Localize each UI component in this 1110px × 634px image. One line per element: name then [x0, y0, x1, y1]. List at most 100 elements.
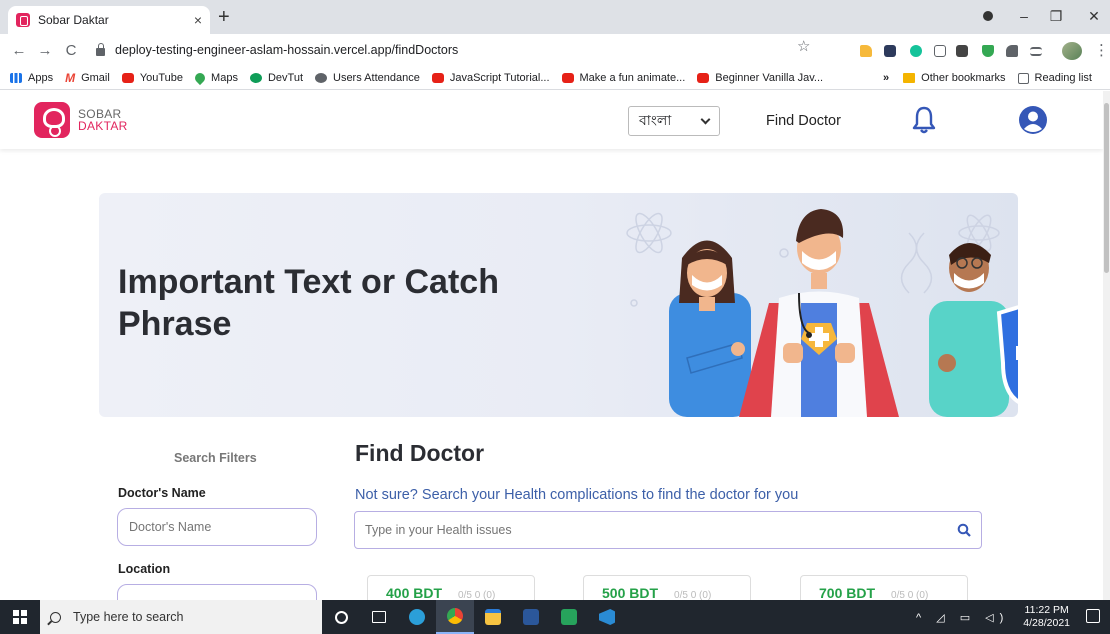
notification-center-icon[interactable]: [1086, 609, 1100, 623]
cortana-button[interactable]: [322, 600, 360, 634]
folder-icon: [903, 73, 916, 83]
taskbar-search-box[interactable]: Type here to search: [40, 600, 322, 634]
chrome-menu-icon[interactable]: ⋮: [1094, 41, 1109, 59]
page-scrollbar[interactable]: [1103, 91, 1110, 600]
taskbar-app-green[interactable]: [550, 600, 588, 634]
doctor-card[interactable]: 500 BDT 0/5 0 (0): [583, 575, 751, 600]
edge-icon: [409, 609, 425, 625]
user-account-icon[interactable]: [1018, 105, 1048, 135]
folder-icon: [485, 609, 501, 625]
notification-bell-icon[interactable]: [912, 106, 936, 134]
clock-time: 11:22 PM: [1024, 604, 1069, 616]
doctors-illustration: [626, 209, 1018, 417]
location-input[interactable]: [117, 584, 317, 600]
extension-camera-icon[interactable]: [934, 45, 946, 57]
extension-thumbs-icon[interactable]: [860, 45, 872, 57]
logo-text: SOBAR DAKTAR: [78, 107, 128, 133]
maps-pin-icon: [192, 70, 208, 85]
stethoscope-heart-icon: [34, 102, 70, 138]
bookmark-vanilla-js[interactable]: Beginner Vanilla Jav...: [697, 72, 823, 84]
chrome-icon: [447, 608, 463, 624]
lock-icon: [96, 43, 105, 56]
windows-start-button[interactable]: [0, 600, 40, 634]
scrollbar-thumb[interactable]: [1104, 103, 1109, 273]
extensions-puzzle-icon[interactable]: [1006, 45, 1018, 57]
bookmark-youtube[interactable]: YouTube: [121, 72, 183, 84]
cortana-circle-icon: [334, 610, 348, 624]
bookmark-fun-animate[interactable]: Make a fun animate...: [561, 72, 685, 84]
back-button[interactable]: ←: [6, 42, 32, 59]
search-icon[interactable]: [947, 512, 981, 548]
browser-tab-strip: Sobar Daktar × + – ❐ ✕: [0, 0, 1110, 34]
find-doctor-subtitle: Not sure? Search your Health complicatio…: [355, 487, 799, 503]
browser-tab-active[interactable]: Sobar Daktar ×: [8, 6, 210, 34]
address-url[interactable]: deploy-testing-engineer-aslam-hossain.ve…: [115, 43, 458, 57]
system-clock[interactable]: 11:22 PM 4/28/2021: [1023, 604, 1070, 630]
bookmark-gmail[interactable]: M Gmail: [65, 71, 110, 85]
nav-find-doctor-link[interactable]: Find Doctor: [766, 113, 841, 129]
bookmark-other[interactable]: Other bookmarks: [903, 72, 1006, 84]
vscode-icon: [599, 609, 615, 625]
language-select[interactable]: বাংলা: [628, 106, 720, 136]
site-logo[interactable]: SOBAR DAKTAR: [34, 102, 128, 138]
youtube-icon: [121, 72, 134, 83]
clock-date: 4/28/2021: [1023, 617, 1070, 629]
forward-button[interactable]: →: [32, 42, 58, 59]
taskbar-vscode[interactable]: [588, 600, 626, 634]
address-bar[interactable]: deploy-testing-engineer-aslam-hossain.ve…: [96, 38, 831, 62]
bookmark-maps[interactable]: Maps: [192, 70, 238, 85]
language-selected-value: বাংলা: [639, 112, 672, 128]
word-icon: [523, 609, 539, 625]
media-queue-icon[interactable]: [1030, 47, 1042, 56]
youtube-icon: [431, 72, 444, 83]
system-tray: ^ ◿ ▭ ◁) 11:22 PM 4/28/2021: [916, 600, 1070, 634]
doctor-card[interactable]: 700 BDT 0/5 0 (0): [800, 575, 968, 600]
reload-button[interactable]: C: [58, 42, 84, 59]
extension-grammarly-icon[interactable]: [910, 45, 922, 57]
tray-icons[interactable]: ^ ◿ ▭ ◁): [916, 611, 1009, 624]
reading-list-button[interactable]: Reading list: [1017, 72, 1092, 84]
task-view-button[interactable]: [360, 600, 398, 634]
extension-calendar-icon[interactable]: [956, 45, 968, 57]
doctor-card[interactable]: 400 BDT 0/5 0 (0): [367, 575, 535, 600]
taskbar-file-explorer[interactable]: [474, 600, 512, 634]
doctor-name-input[interactable]: [117, 508, 317, 546]
taskbar-edge[interactable]: [398, 600, 436, 634]
window-restore-button[interactable]: ❐: [1044, 4, 1068, 28]
doctor-fee: 500 BDT: [602, 585, 659, 600]
bookmark-js-tutorial[interactable]: JavaScript Tutorial...: [431, 72, 550, 84]
health-issue-input[interactable]: [355, 512, 947, 548]
bookmarks-bar: Apps M Gmail YouTube Maps DevTut Users At…: [0, 66, 1110, 90]
doctor-fee: 400 BDT: [386, 585, 443, 600]
apps-grid-icon: [10, 72, 22, 83]
media-control-icon[interactable]: [976, 4, 1000, 28]
profile-avatar[interactable]: [1062, 42, 1082, 60]
windows-taskbar: Type here to search ^ ◿ ▭ ◁) 11:22 PM 4/…: [0, 600, 1110, 634]
window-minimize-button[interactable]: –: [1012, 4, 1036, 28]
chevron-down-icon: [700, 114, 711, 124]
extension-react-icon[interactable]: [884, 45, 896, 57]
bookmark-star-icon[interactable]: ☆: [797, 37, 810, 55]
app-green-icon: [561, 609, 577, 625]
new-tab-button[interactable]: +: [218, 6, 230, 28]
hero-banner: Important Text or Catch Phrase: [99, 193, 1018, 417]
window-close-button[interactable]: ✕: [1082, 4, 1106, 28]
extension-shield-icon[interactable]: [982, 45, 994, 57]
find-doctor-title: Find Doctor: [355, 440, 485, 466]
bookmark-apps[interactable]: Apps: [10, 72, 53, 84]
youtube-icon: [561, 72, 574, 83]
taskbar-chrome[interactable]: [436, 600, 474, 634]
bookmark-devtut[interactable]: DevTut: [249, 72, 303, 84]
tab-close-icon[interactable]: ×: [194, 12, 202, 28]
taskbar-word[interactable]: [512, 600, 550, 634]
doctor-name-label: Doctor's Name: [118, 486, 206, 500]
health-issue-search: [354, 511, 982, 549]
reading-list-icon: [1017, 72, 1029, 84]
doctor-rating: 0/5 0 (0): [891, 590, 929, 600]
gmail-icon: M: [65, 70, 76, 85]
site-header: SOBAR DAKTAR বাংলা Find Doctor: [0, 91, 1103, 149]
search-filters-title: Search Filters: [174, 451, 257, 465]
bookmarks-overflow-button[interactable]: »: [883, 72, 889, 84]
bookmark-users-attendance[interactable]: Users Attendance: [315, 72, 420, 84]
taskbar-search-placeholder: Type here to search: [73, 610, 184, 624]
